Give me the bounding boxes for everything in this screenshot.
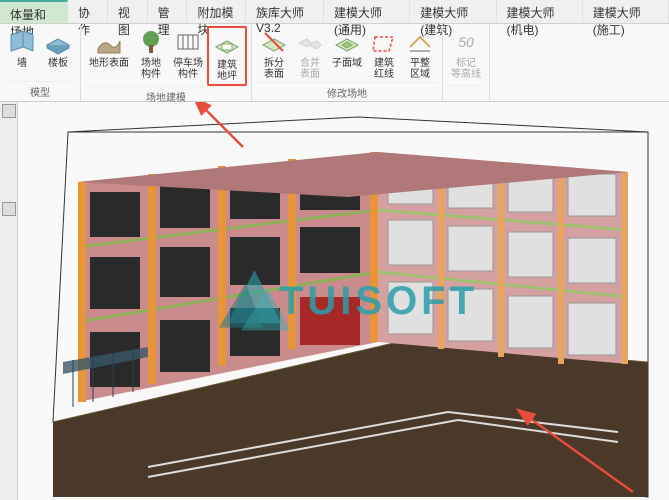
wall-button[interactable]: 墙	[4, 26, 40, 81]
subregion-icon	[333, 28, 361, 56]
merge-icon	[296, 28, 324, 56]
tab-model-master-general[interactable]: 建模大师 (通用)	[324, 0, 410, 23]
group-label-model: 模型	[4, 81, 76, 101]
parking-icon	[174, 28, 202, 56]
merge-label: 合并 表面	[300, 58, 320, 80]
terrain-icon	[95, 28, 123, 56]
viewport[interactable]: TUISOFT	[0, 102, 669, 500]
property-line-icon	[370, 28, 398, 56]
contour-label: 标记 等高线	[451, 58, 481, 80]
ribbon-group-modify-site: 拆分 表面 合并 表面 子面域 建筑 红线 平整 区域 修改场地	[252, 24, 443, 101]
building-pad-button[interactable]: 建筑 地坪	[207, 26, 247, 86]
group-label-modify-site: 修改场地	[256, 82, 438, 102]
site-component-label: 场地 构件	[141, 58, 161, 80]
property-line-label: 建筑 红线	[374, 58, 394, 80]
property-line-button[interactable]: 建筑 红线	[366, 26, 402, 82]
tab-mass-site[interactable]: 体量和场地	[0, 0, 68, 23]
viewport-handle[interactable]	[2, 104, 16, 118]
parking-label: 停车场 构件	[173, 58, 203, 80]
tab-model-master-mep[interactable]: 建模大师 (机电)	[497, 0, 583, 23]
split-icon	[260, 28, 288, 56]
tab-family-master[interactable]: 族库大师V3.2	[246, 0, 324, 23]
grade-label: 平整 区域	[410, 58, 430, 80]
pad-icon	[213, 30, 241, 58]
wall-label: 墙	[17, 58, 27, 69]
grade-button[interactable]: 平整 区域	[402, 26, 438, 82]
terrain-label: 地形表面	[89, 58, 129, 69]
subregion-label: 子面域	[332, 58, 362, 69]
site-component-button[interactable]: 场地 构件	[133, 26, 169, 86]
wall-icon	[8, 28, 36, 56]
terrain-button[interactable]: 地形表面	[85, 26, 133, 86]
tab-model-master-arch[interactable]: 建模大师 (建筑)	[410, 0, 496, 23]
tab-model-master-const[interactable]: 建模大师 (施工)	[583, 0, 669, 23]
tab-addins[interactable]: 附加模块	[187, 0, 246, 23]
floor-button[interactable]: 楼板	[40, 26, 76, 81]
viewport-handle-2[interactable]	[2, 202, 16, 216]
tab-manage[interactable]: 管理	[148, 0, 188, 23]
tab-view[interactable]: 视图	[108, 0, 148, 23]
subregion-button[interactable]: 子面域	[328, 26, 366, 82]
ribbon-tabs: 体量和场地 协作 视图 管理 附加模块 族库大师V3.2 建模大师 (通用) 建…	[0, 0, 669, 24]
annotation-arrow-1	[18, 102, 669, 500]
ribbon-group-site-model: 地形表面 场地 构件 停车场 构件 建筑 地坪 场地建模	[81, 24, 252, 101]
grade-icon	[406, 28, 434, 56]
ribbon-group-model: 墙 楼板 模型	[0, 24, 81, 101]
split-label: 拆分 表面	[264, 58, 284, 80]
floor-label: 楼板	[48, 58, 68, 69]
tab-collaborate[interactable]: 协作	[68, 0, 108, 23]
group-label-contour	[447, 85, 485, 101]
building-pad-label: 建筑 地坪	[217, 60, 237, 82]
ribbon-group-contour: 50 标记 等高线	[443, 24, 490, 101]
viewport-left-bar	[0, 102, 18, 500]
label-contour-button: 50 标记 等高线	[447, 26, 485, 85]
split-surface-button[interactable]: 拆分 表面	[256, 26, 292, 82]
merge-surface-button: 合并 表面	[292, 26, 328, 82]
tree-icon	[137, 28, 165, 56]
model-area[interactable]: TUISOFT	[18, 102, 669, 500]
contour-icon: 50	[452, 28, 480, 56]
ribbon: 墙 楼板 模型 地形表面 场地 构件 停车场 构件	[0, 24, 669, 102]
floor-icon	[44, 28, 72, 56]
parking-button[interactable]: 停车场 构件	[169, 26, 207, 86]
